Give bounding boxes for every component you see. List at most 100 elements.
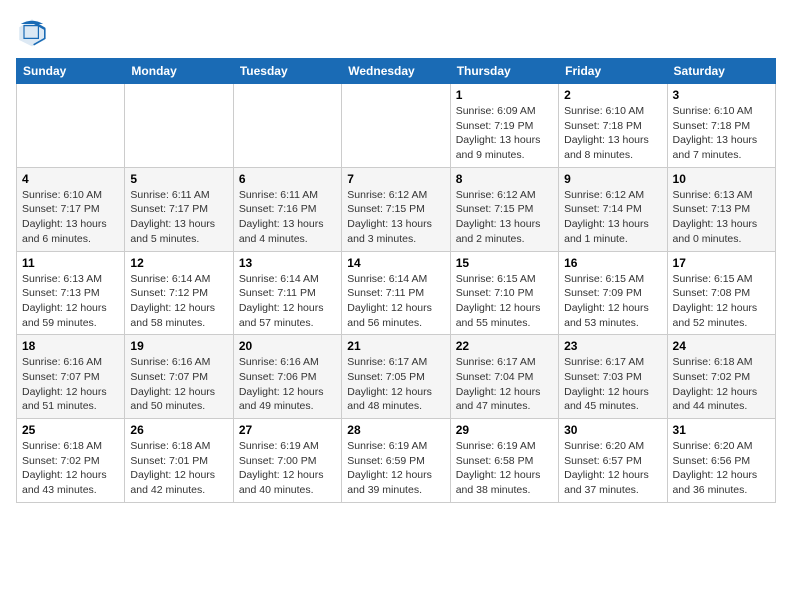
day-number: 23 (564, 339, 661, 353)
day-info: Sunrise: 6:12 AM Sunset: 7:15 PM Dayligh… (347, 188, 444, 247)
calendar-cell: 15 Sunrise: 6:15 AM Sunset: 7:10 PM Dayli… (450, 251, 558, 335)
day-number: 2 (564, 88, 661, 102)
calendar-week-row: 1 Sunrise: 6:09 AM Sunset: 7:19 PM Daylig… (17, 84, 776, 168)
day-number: 16 (564, 256, 661, 270)
calendar-cell: 22 Sunrise: 6:17 AM Sunset: 7:04 PM Dayli… (450, 335, 558, 419)
calendar-cell: 28 Sunrise: 6:19 AM Sunset: 6:59 PM Dayli… (342, 419, 450, 503)
calendar-cell: 1 Sunrise: 6:09 AM Sunset: 7:19 PM Daylig… (450, 84, 558, 168)
day-info: Sunrise: 6:17 AM Sunset: 7:04 PM Dayligh… (456, 355, 553, 414)
day-info: Sunrise: 6:13 AM Sunset: 7:13 PM Dayligh… (22, 272, 119, 331)
day-number: 30 (564, 423, 661, 437)
calendar-cell: 24 Sunrise: 6:18 AM Sunset: 7:02 PM Dayli… (667, 335, 775, 419)
day-number: 28 (347, 423, 444, 437)
calendar-cell: 2 Sunrise: 6:10 AM Sunset: 7:18 PM Daylig… (559, 84, 667, 168)
day-info: Sunrise: 6:16 AM Sunset: 7:07 PM Dayligh… (22, 355, 119, 414)
day-number: 26 (130, 423, 227, 437)
weekday-header: Wednesday (342, 59, 450, 84)
weekday-header: Friday (559, 59, 667, 84)
day-info: Sunrise: 6:10 AM Sunset: 7:18 PM Dayligh… (673, 104, 770, 163)
calendar-cell: 10 Sunrise: 6:13 AM Sunset: 7:13 PM Dayli… (667, 167, 775, 251)
calendar-header: SundayMondayTuesdayWednesdayThursdayFrid… (17, 59, 776, 84)
calendar-cell: 19Sunrise: 6:16 AM Sunset: 7:07 PM Dayli… (125, 335, 233, 419)
calendar-cell: 9 Sunrise: 6:12 AM Sunset: 7:14 PM Daylig… (559, 167, 667, 251)
weekday-row: SundayMondayTuesdayWednesdayThursdayFrid… (17, 59, 776, 84)
day-number: 20 (239, 339, 336, 353)
weekday-header: Saturday (667, 59, 775, 84)
day-info: Sunrise: 6:10 AM Sunset: 7:17 PM Dayligh… (22, 188, 119, 247)
day-number: 5 (130, 172, 227, 186)
calendar-cell: 12 Sunrise: 6:14 AM Sunset: 7:12 PM Dayli… (125, 251, 233, 335)
day-number: 11 (22, 256, 119, 270)
day-info: Sunrise: 6:14 AM Sunset: 7:12 PM Dayligh… (130, 272, 227, 331)
day-number: 1 (456, 88, 553, 102)
calendar-cell: 30Sunrise: 6:20 AM Sunset: 6:57 PM Dayli… (559, 419, 667, 503)
day-info: Sunrise: 6:17 AM Sunset: 7:03 PM Dayligh… (564, 355, 661, 414)
day-number: 31 (673, 423, 770, 437)
day-number: 22 (456, 339, 553, 353)
day-number: 12 (130, 256, 227, 270)
calendar-week-row: 11 Sunrise: 6:13 AM Sunset: 7:13 PM Dayli… (17, 251, 776, 335)
day-info: Sunrise: 6:18 AM Sunset: 7:02 PM Dayligh… (673, 355, 770, 414)
day-info: Sunrise: 6:14 AM Sunset: 7:11 PM Dayligh… (347, 272, 444, 331)
day-number: 19 (130, 339, 227, 353)
calendar-cell (125, 84, 233, 168)
calendar-cell: 7Sunrise: 6:12 AM Sunset: 7:15 PM Daylig… (342, 167, 450, 251)
day-info: Sunrise: 6:18 AM Sunset: 7:02 PM Dayligh… (22, 439, 119, 498)
calendar-cell: 4 Sunrise: 6:10 AM Sunset: 7:17 PM Daylig… (17, 167, 125, 251)
calendar-cell: 26 Sunrise: 6:18 AM Sunset: 7:01 PM Dayli… (125, 419, 233, 503)
calendar-cell: 8 Sunrise: 6:12 AM Sunset: 7:15 PM Daylig… (450, 167, 558, 251)
day-number: 18 (22, 339, 119, 353)
calendar-cell (17, 84, 125, 168)
day-number: 9 (564, 172, 661, 186)
calendar-cell: 21Sunrise: 6:17 AM Sunset: 7:05 PM Dayli… (342, 335, 450, 419)
day-number: 27 (239, 423, 336, 437)
calendar-cell: 5 Sunrise: 6:11 AM Sunset: 7:17 PM Daylig… (125, 167, 233, 251)
day-number: 25 (22, 423, 119, 437)
calendar-cell: 20 Sunrise: 6:16 AM Sunset: 7:06 PM Dayli… (233, 335, 341, 419)
day-info: Sunrise: 6:19 AM Sunset: 6:58 PM Dayligh… (456, 439, 553, 498)
day-info: Sunrise: 6:15 AM Sunset: 7:10 PM Dayligh… (456, 272, 553, 331)
weekday-header: Thursday (450, 59, 558, 84)
day-number: 6 (239, 172, 336, 186)
calendar-cell: 6 Sunrise: 6:11 AM Sunset: 7:16 PM Daylig… (233, 167, 341, 251)
day-info: Sunrise: 6:09 AM Sunset: 7:19 PM Dayligh… (456, 104, 553, 163)
calendar-cell: 27Sunrise: 6:19 AM Sunset: 7:00 PM Dayli… (233, 419, 341, 503)
calendar-cell: 29 Sunrise: 6:19 AM Sunset: 6:58 PM Dayli… (450, 419, 558, 503)
day-number: 24 (673, 339, 770, 353)
day-info: Sunrise: 6:13 AM Sunset: 7:13 PM Dayligh… (673, 188, 770, 247)
calendar-cell: 3 Sunrise: 6:10 AM Sunset: 7:18 PM Daylig… (667, 84, 775, 168)
day-info: Sunrise: 6:10 AM Sunset: 7:18 PM Dayligh… (564, 104, 661, 163)
calendar: SundayMondayTuesdayWednesdayThursdayFrid… (16, 58, 776, 503)
logo-icon (16, 16, 48, 48)
day-info: Sunrise: 6:11 AM Sunset: 7:17 PM Dayligh… (130, 188, 227, 247)
calendar-week-row: 25 Sunrise: 6:18 AM Sunset: 7:02 PM Dayli… (17, 419, 776, 503)
day-number: 15 (456, 256, 553, 270)
day-info: Sunrise: 6:12 AM Sunset: 7:15 PM Dayligh… (456, 188, 553, 247)
day-info: Sunrise: 6:18 AM Sunset: 7:01 PM Dayligh… (130, 439, 227, 498)
calendar-cell: 16 Sunrise: 6:15 AM Sunset: 7:09 PM Dayli… (559, 251, 667, 335)
day-info: Sunrise: 6:16 AM Sunset: 7:06 PM Dayligh… (239, 355, 336, 414)
day-number: 21 (347, 339, 444, 353)
calendar-cell: 11 Sunrise: 6:13 AM Sunset: 7:13 PM Dayli… (17, 251, 125, 335)
calendar-week-row: 18 Sunrise: 6:16 AM Sunset: 7:07 PM Dayli… (17, 335, 776, 419)
day-number: 4 (22, 172, 119, 186)
day-info: Sunrise: 6:19 AM Sunset: 6:59 PM Dayligh… (347, 439, 444, 498)
day-number: 8 (456, 172, 553, 186)
day-info: Sunrise: 6:12 AM Sunset: 7:14 PM Dayligh… (564, 188, 661, 247)
weekday-header: Monday (125, 59, 233, 84)
calendar-cell: 14Sunrise: 6:14 AM Sunset: 7:11 PM Dayli… (342, 251, 450, 335)
calendar-cell: 23 Sunrise: 6:17 AM Sunset: 7:03 PM Dayli… (559, 335, 667, 419)
calendar-cell (342, 84, 450, 168)
day-number: 3 (673, 88, 770, 102)
day-info: Sunrise: 6:20 AM Sunset: 6:56 PM Dayligh… (673, 439, 770, 498)
day-number: 29 (456, 423, 553, 437)
calendar-cell: 17Sunrise: 6:15 AM Sunset: 7:08 PM Dayli… (667, 251, 775, 335)
calendar-cell: 13 Sunrise: 6:14 AM Sunset: 7:11 PM Dayli… (233, 251, 341, 335)
day-info: Sunrise: 6:14 AM Sunset: 7:11 PM Dayligh… (239, 272, 336, 331)
weekday-header: Tuesday (233, 59, 341, 84)
day-info: Sunrise: 6:11 AM Sunset: 7:16 PM Dayligh… (239, 188, 336, 247)
day-number: 10 (673, 172, 770, 186)
logo (16, 16, 52, 48)
day-number: 13 (239, 256, 336, 270)
day-info: Sunrise: 6:15 AM Sunset: 7:09 PM Dayligh… (564, 272, 661, 331)
